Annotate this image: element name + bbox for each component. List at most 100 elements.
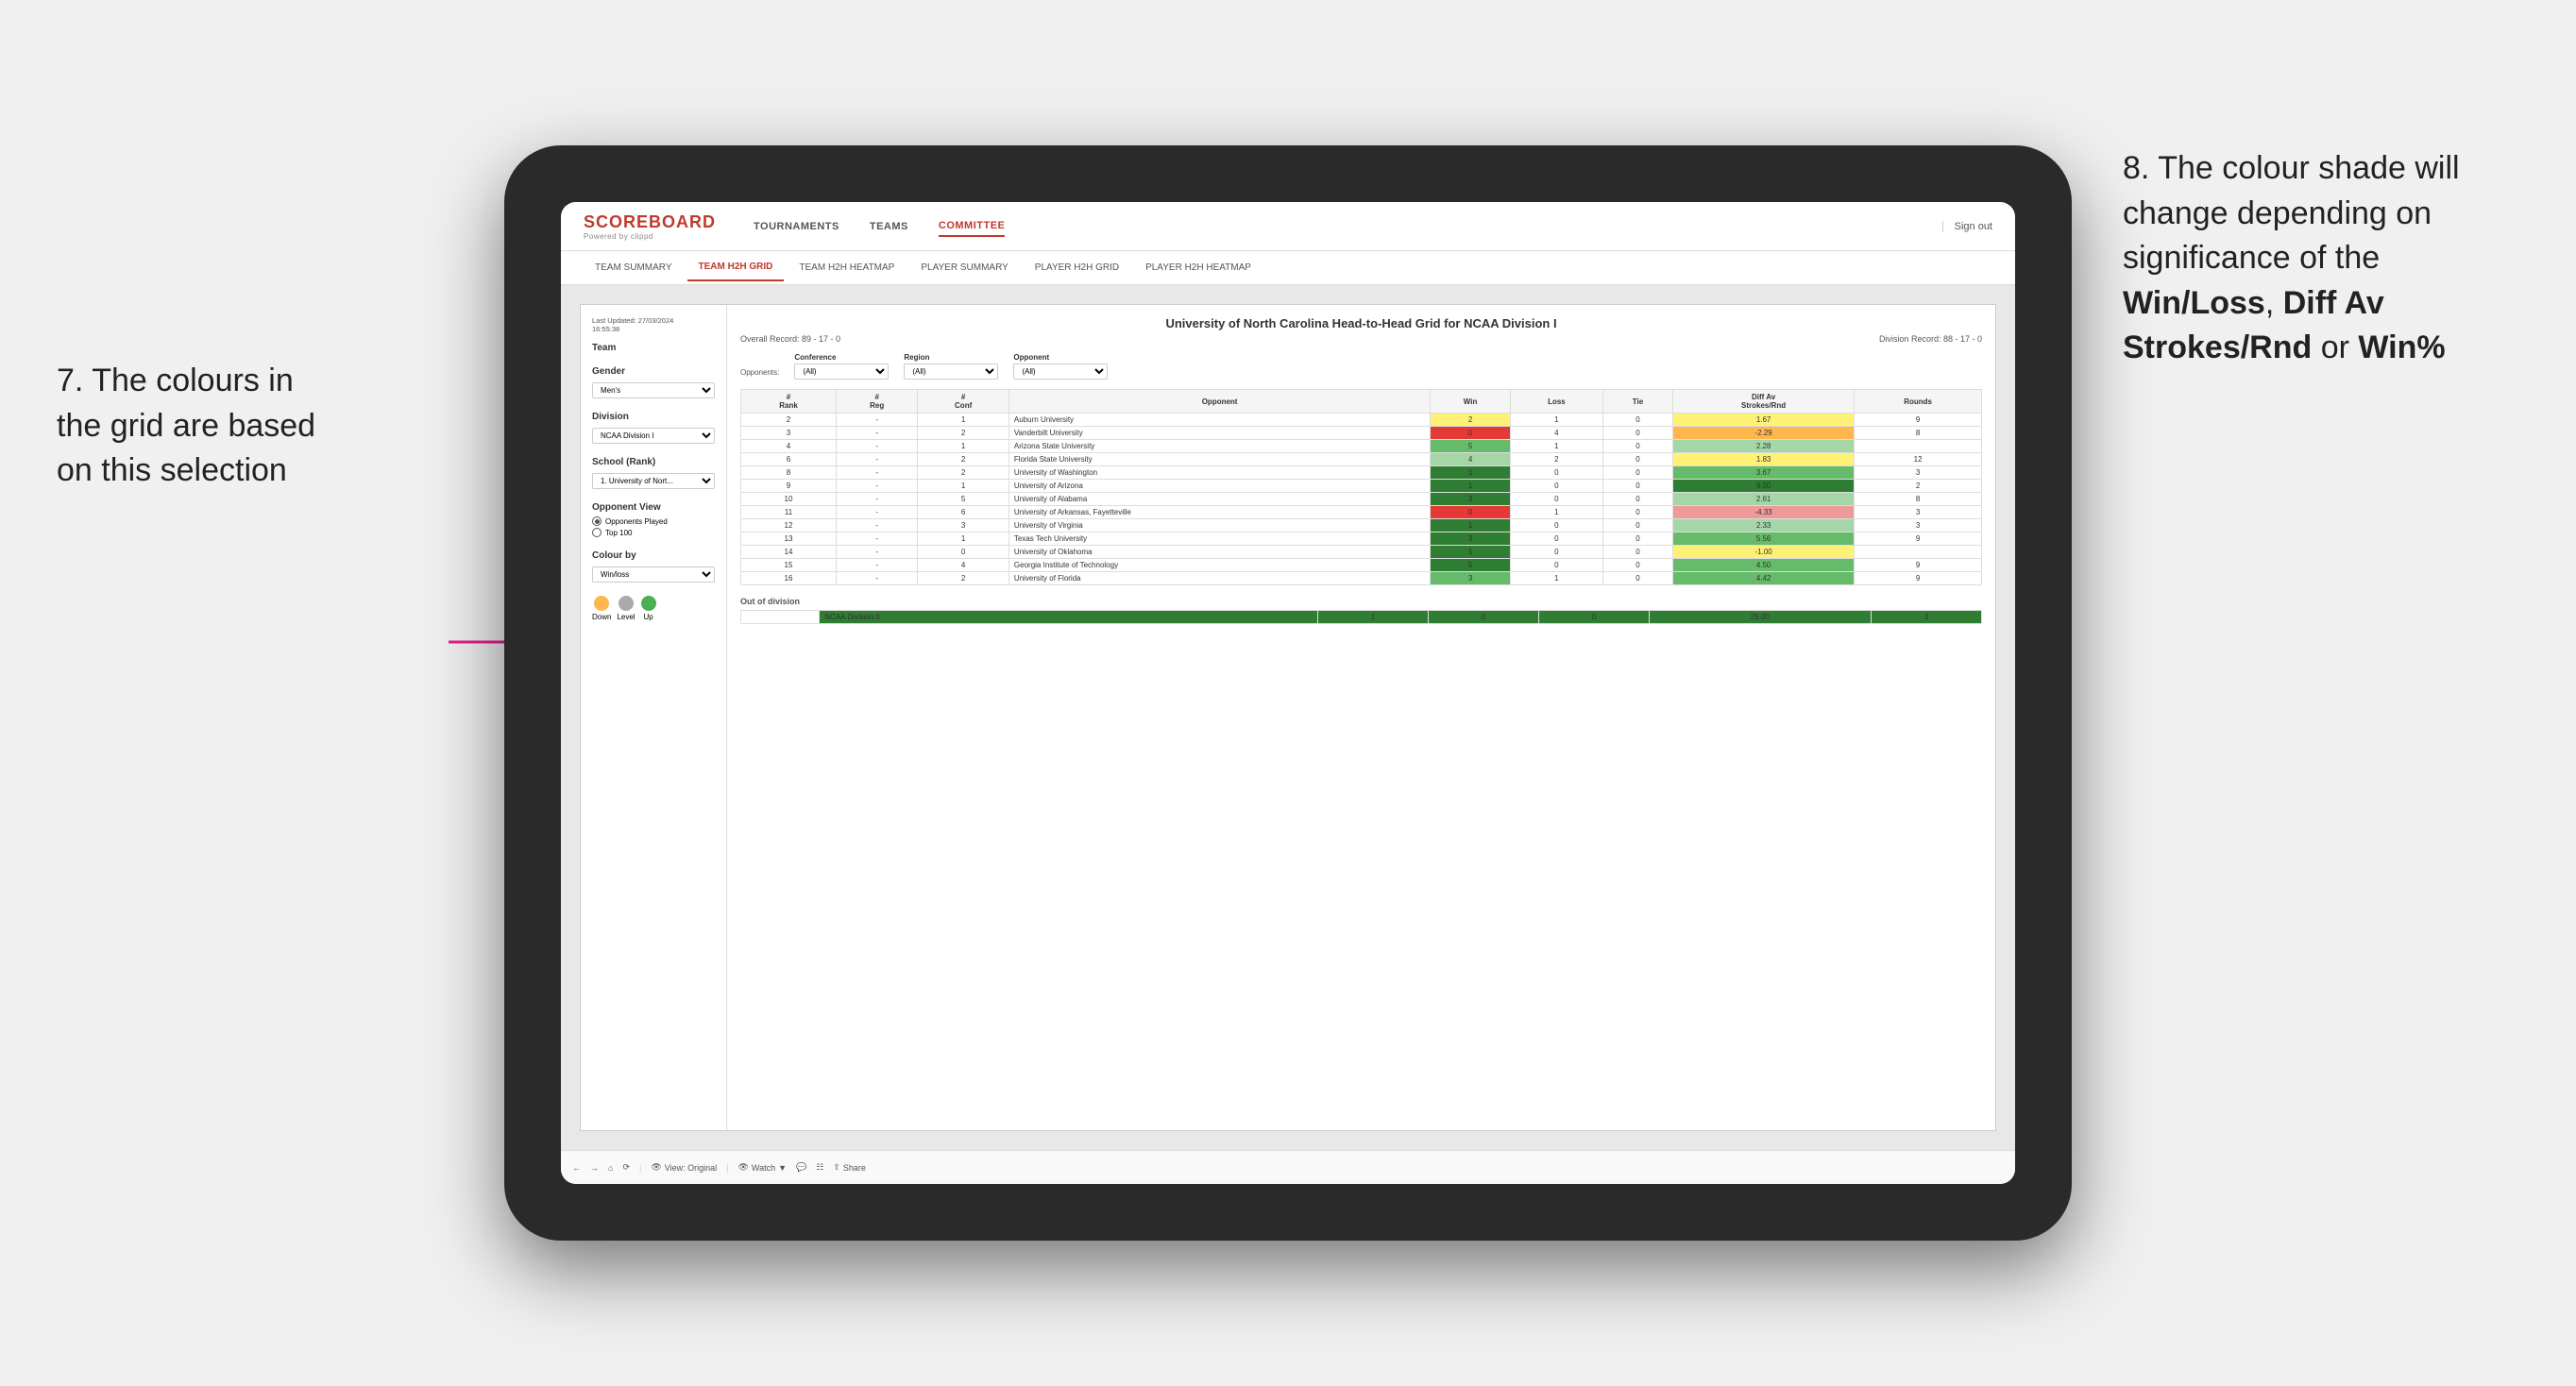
table-cell: 3 [1855,519,1982,532]
table-cell: University of Virginia [1008,519,1430,532]
table-cell: 8 [1855,427,1982,440]
toolbar-watch[interactable]: 👁 Watch ▼ [737,1162,787,1173]
toolbar-redo[interactable]: → [590,1163,599,1173]
toolbar-sep2: | [726,1163,728,1173]
tab-team-h2h-grid[interactable]: TEAM H2H GRID [687,254,785,281]
toolbar-share[interactable]: ⇧ Share [833,1162,866,1173]
table-cell: 0 [1602,453,1672,466]
out-of-division-table: NCAA Division II 1 0 0 26.00 3 [740,610,1982,624]
table-cell: 0 [1602,440,1672,453]
table-cell [1855,440,1982,453]
logo-area: SCOREBOARD Powered by clippd [584,212,716,241]
table-cell: - [837,453,918,466]
colour-by-select[interactable]: Win/loss [592,566,715,583]
region-select[interactable]: (All) [904,363,998,380]
table-cell: 0 [1602,414,1672,427]
table-cell: 0 [1602,519,1672,532]
table-cell: 2 [1510,453,1602,466]
legend-level-label: Level [617,613,635,621]
table-cell: 2 [918,453,1009,466]
table-cell: 12 [1855,453,1982,466]
table-cell: 0 [1602,480,1672,493]
toolbar-refresh[interactable]: ⟳ [622,1162,630,1173]
table-row: 3-2Vanderbilt University040-2.298 [741,427,1982,440]
col-diff: Diff AvStrokes/Rnd [1673,390,1855,414]
table-cell: 9 [1855,559,1982,572]
table-cell: 4.42 [1673,572,1855,585]
legend-level-dot [619,596,634,611]
right-bold-win-pct: Win% [2358,330,2445,365]
table-cell: 9 [1855,414,1982,427]
gender-select[interactable]: Men's [592,382,715,398]
right-comma: , [2265,285,2283,321]
toolbar-undo[interactable]: ← [572,1163,581,1173]
table-row: 11-6University of Arkansas, Fayetteville… [741,506,1982,519]
toolbar-view[interactable]: 👁 View: Original [651,1162,717,1173]
legend-down-dot [594,596,609,611]
conference-select[interactable]: (All) [794,363,889,380]
table-cell: University of Alabama [1008,493,1430,506]
school-select[interactable]: 1. University of Nort... [592,473,715,489]
table-cell: - [837,427,918,440]
table-cell: Auburn University [1008,414,1430,427]
table-cell: 1 [918,480,1009,493]
toolbar-grid-view[interactable]: ☷ [816,1162,823,1173]
watch-icon: 👁 [737,1162,748,1173]
table-cell: 2 [1855,480,1982,493]
nav-teams[interactable]: TEAMS [870,217,908,236]
opponent-view-section: Opponent View Opponents Played Top 100 [592,502,715,537]
table-cell: 5 [918,493,1009,506]
sign-out-button[interactable]: Sign out [1942,221,1992,232]
table-cell: - [837,480,918,493]
nav-committee[interactable]: COMMITTEE [939,216,1006,237]
tab-player-h2h-grid[interactable]: PLAYER H2H GRID [1024,255,1130,280]
table-cell: - [837,466,918,480]
grid-area: University of North Carolina Head-to-Hea… [727,305,1995,1130]
radio-top-100[interactable]: Top 100 [592,528,715,537]
table-cell: 5 [1431,440,1511,453]
radio-circle-selected [592,516,602,526]
tab-team-summary[interactable]: TEAM SUMMARY [584,255,684,280]
table-row: 16-2University of Florida3104.429 [741,572,1982,585]
left-annotation: 7. The colours in the grid are based on … [57,359,321,494]
table-cell: 0 [1510,546,1602,559]
toolbar-home[interactable]: ⌂ [608,1163,613,1173]
tab-player-summary[interactable]: PLAYER SUMMARY [909,255,1019,280]
table-cell: 3 [1855,466,1982,480]
table-row: 9-1University of Arizona1009.002 [741,480,1982,493]
table-cell: 3 [1431,493,1511,506]
table-cell: 3 [741,427,837,440]
toolbar-sep1: | [639,1163,641,1173]
radio-group: Opponents Played Top 100 [592,516,715,537]
legend: Down Level Up [592,596,715,621]
table-cell: -4.33 [1673,506,1855,519]
col-reg: #Reg [837,390,918,414]
ood-tie: 0 [1538,611,1649,624]
radio-opponents-played[interactable]: Opponents Played [592,516,715,526]
tab-player-h2h-heatmap[interactable]: PLAYER H2H HEATMAP [1134,255,1263,280]
tab-team-h2h-heatmap[interactable]: TEAM H2H HEATMAP [788,255,906,280]
overall-record: Overall Record: 89 - 17 - 0 [740,334,840,344]
toolbar-comment[interactable]: 💬 [796,1162,806,1173]
division-select[interactable]: NCAA Division I [592,428,715,444]
nav-tournaments[interactable]: TOURNAMENTS [754,217,839,236]
table-cell: 1 [1431,519,1511,532]
table-cell: 6 [741,453,837,466]
ood-loss: 0 [1428,611,1538,624]
table-row: 14-0University of Oklahoma100-1.00 [741,546,1982,559]
table-cell: - [837,559,918,572]
table-cell: 0 [1602,427,1672,440]
region-label: Region [904,353,998,362]
colour-by-section: Colour by Win/loss [592,550,715,583]
grid-title: University of North Carolina Head-to-Hea… [740,316,1982,330]
table-row: 10-5University of Alabama3002.618 [741,493,1982,506]
col-rank: #Rank [741,390,837,414]
conference-filter: Conference (All) [794,353,889,380]
opponent-select[interactable]: (All) [1013,363,1108,380]
table-cell: 2 [918,427,1009,440]
table-cell: - [837,546,918,559]
logo-text: SCOREBOARD [584,212,716,232]
sub-nav: TEAM SUMMARY TEAM H2H GRID TEAM H2H HEAT… [561,251,2015,285]
table-cell: 9 [741,480,837,493]
school-section: School (Rank) 1. University of Nort... [592,457,715,489]
